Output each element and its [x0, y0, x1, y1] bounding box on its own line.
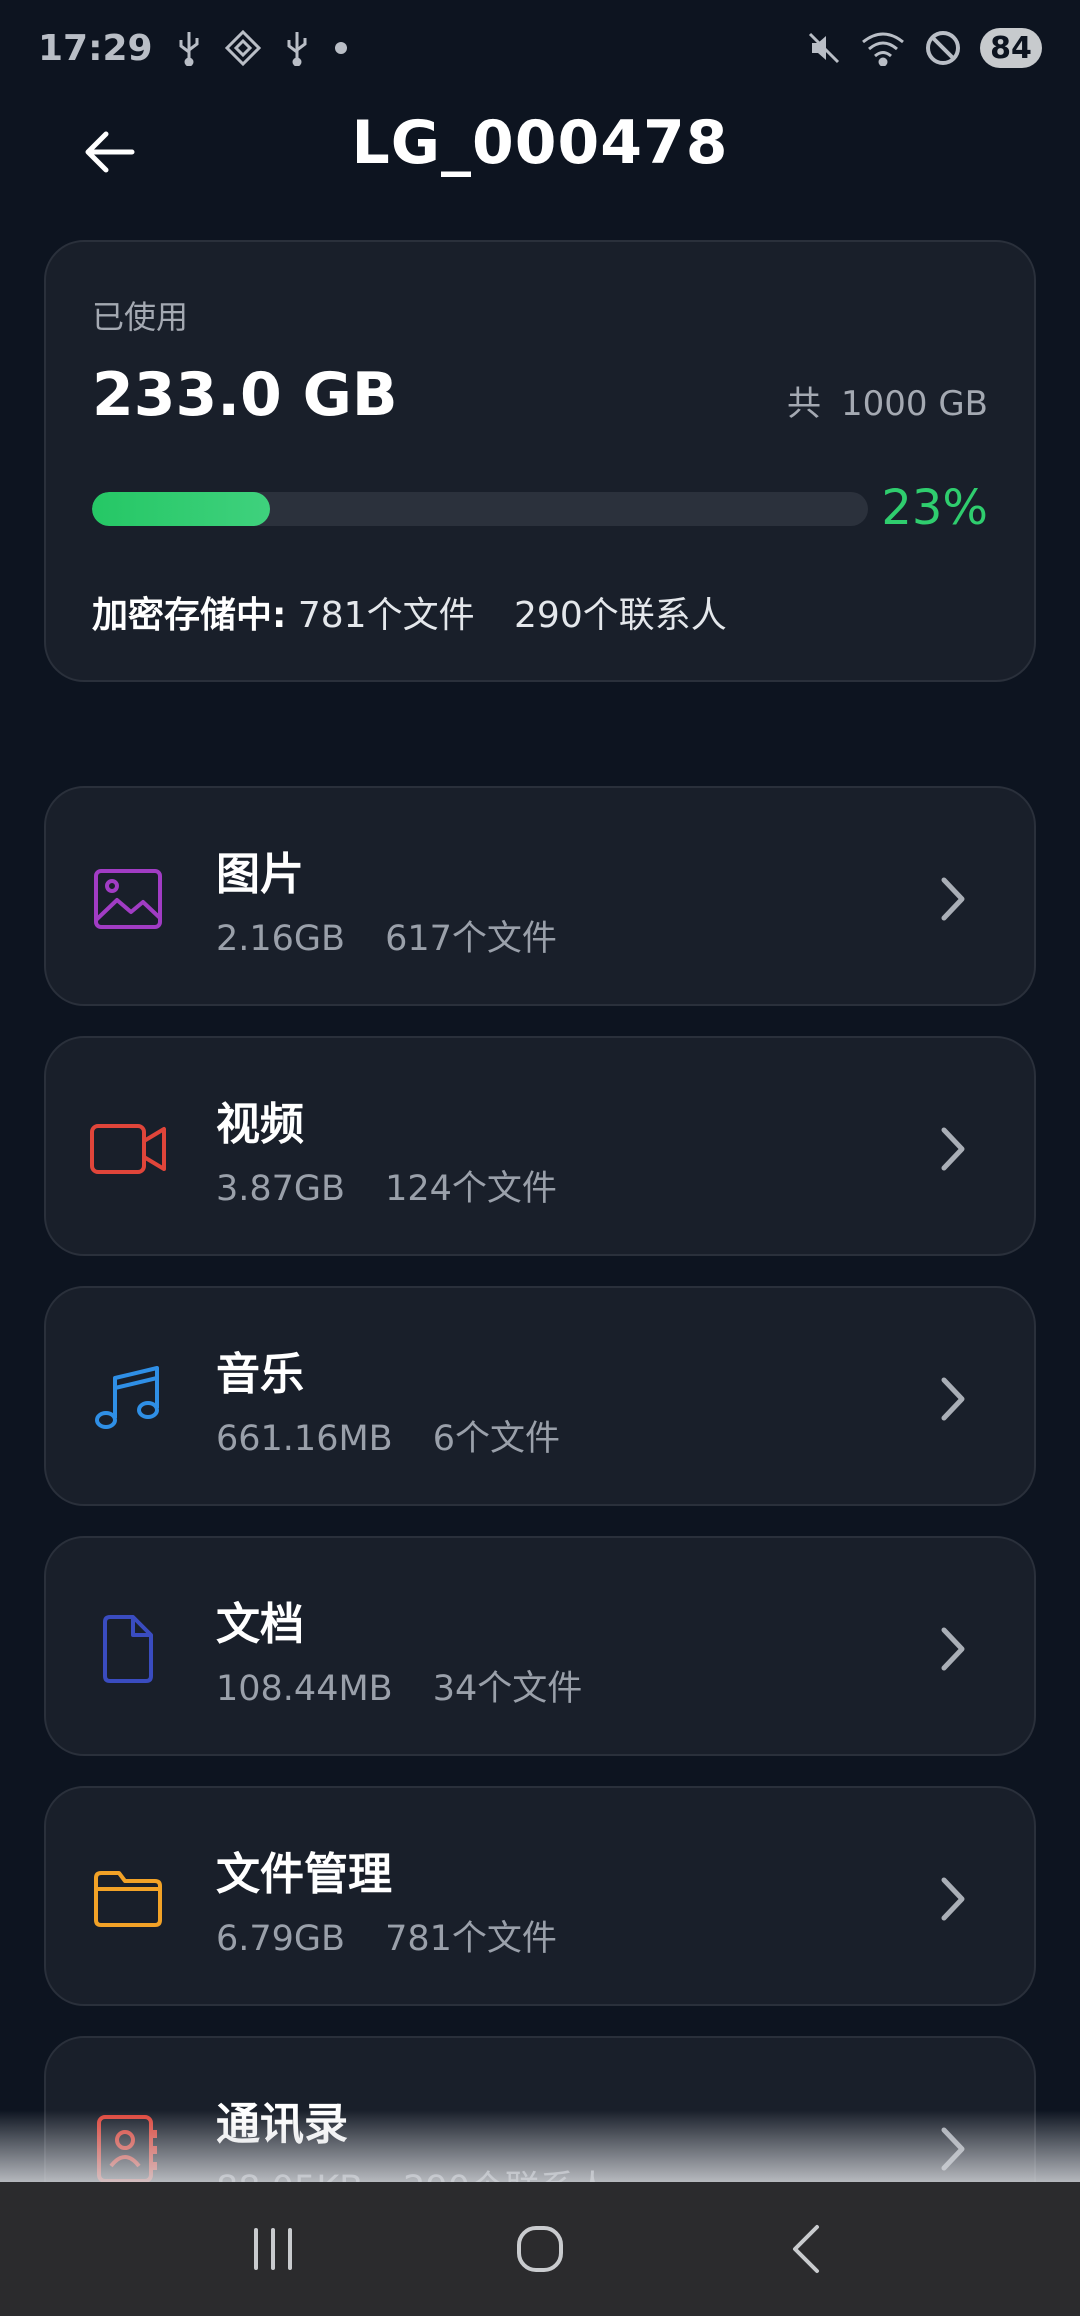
category-meta: 3.87GB 124个文件: [216, 1160, 557, 1211]
encrypted-contacts: 290个联系人: [514, 595, 727, 636]
chevron-right-icon: [941, 1127, 965, 1171]
system-navigation-bar: [0, 2182, 1080, 2316]
total-capacity: 共 1000 GB: [787, 376, 988, 425]
storage-progress-bar: [92, 492, 868, 526]
storage-progress-fill: [92, 492, 271, 526]
mute-icon: [806, 30, 842, 66]
chevron-right-icon: [941, 1627, 965, 1671]
category-meta: 6.79GB 781个文件: [216, 1910, 557, 1961]
home-button[interactable]: [490, 2199, 590, 2299]
category-images[interactable]: 图片 2.16GB 617个文件: [44, 786, 1036, 1006]
used-value: 233.0 GB: [92, 360, 398, 430]
no-disturb-icon: [924, 29, 962, 67]
category-title: 图片: [216, 849, 304, 900]
category-documents[interactable]: 文档 108.44MB 34个文件: [44, 1536, 1036, 1756]
category-title: 通讯录: [216, 2099, 348, 2150]
status-bar: 17:29 84: [0, 0, 1080, 96]
video-camera-icon: [88, 1114, 168, 1184]
music-note-icon: [88, 1364, 168, 1434]
category-meta: 661.16MB 6个文件: [216, 1410, 560, 1461]
category-size: 3.87GB: [216, 1169, 346, 1209]
total-prefix: 共: [786, 384, 821, 424]
category-count: 617个文件: [385, 919, 557, 959]
wifi-icon: [860, 30, 906, 66]
recent-apps-icon: [254, 2228, 293, 2270]
category-list: 图片 2.16GB 617个文件 视频 3.87GB 124个文件 音乐 661…: [44, 786, 1036, 2286]
category-count: 124个文件: [385, 1169, 557, 1209]
category-meta: 108.44MB 34个文件: [216, 1660, 582, 1711]
category-size: 2.16GB: [216, 919, 346, 959]
image-icon: [88, 864, 168, 934]
recent-apps-button[interactable]: [223, 2199, 323, 2299]
category-count: 34个文件: [432, 1669, 583, 1709]
page-title: LG_000478: [351, 108, 729, 178]
storage-percent: 23%: [881, 480, 988, 536]
chevron-right-icon: [941, 877, 965, 921]
chevron-right-icon: [941, 2127, 965, 2171]
header: LG_000478: [0, 96, 1080, 192]
total-value: 1000 GB: [840, 384, 988, 424]
category-title: 视频: [216, 1099, 304, 1150]
category-title: 音乐: [216, 1349, 304, 1400]
back-icon: [792, 2225, 819, 2273]
chevron-right-icon: [941, 1377, 965, 1421]
category-file-manager[interactable]: 文件管理 6.79GB 781个文件: [44, 1786, 1036, 2006]
category-title: 文件管理: [216, 1849, 392, 1900]
encrypted-label: 加密存储中:: [92, 595, 287, 636]
encrypted-files: 781个文件: [297, 595, 475, 636]
dot-icon: [333, 40, 349, 56]
category-videos[interactable]: 视频 3.87GB 124个文件: [44, 1036, 1036, 1256]
category-size: 6.79GB: [216, 1919, 346, 1959]
battery-indicator: 84: [980, 28, 1042, 68]
category-count: 6个文件: [432, 1419, 560, 1459]
category-size: 108.44MB: [216, 1669, 393, 1709]
encrypted-summary: 加密存储中: 781个文件 290个联系人: [92, 586, 727, 638]
folder-icon: [88, 1864, 168, 1934]
app-icon: [224, 30, 261, 66]
storage-summary-card: 已使用 233.0 GB 共 1000 GB 23% 加密存储中: 781个文件 …: [44, 240, 1036, 682]
usb-icon: [175, 30, 203, 66]
category-music[interactable]: 音乐 661.16MB 6个文件: [44, 1286, 1036, 1506]
chevron-right-icon: [941, 1877, 965, 1921]
category-title: 文档: [216, 1599, 304, 1650]
category-meta: 2.16GB 617个文件: [216, 910, 557, 961]
back-nav-button[interactable]: [757, 2199, 857, 2299]
category-count: 781个文件: [385, 1919, 557, 1959]
contacts-icon: [88, 2114, 168, 2184]
status-time: 17:29: [38, 27, 153, 69]
used-label: 已使用: [92, 298, 189, 336]
category-size: 661.16MB: [216, 1419, 393, 1459]
document-icon: [88, 1614, 168, 1684]
home-icon: [516, 2226, 563, 2272]
usb-icon: [283, 30, 311, 66]
